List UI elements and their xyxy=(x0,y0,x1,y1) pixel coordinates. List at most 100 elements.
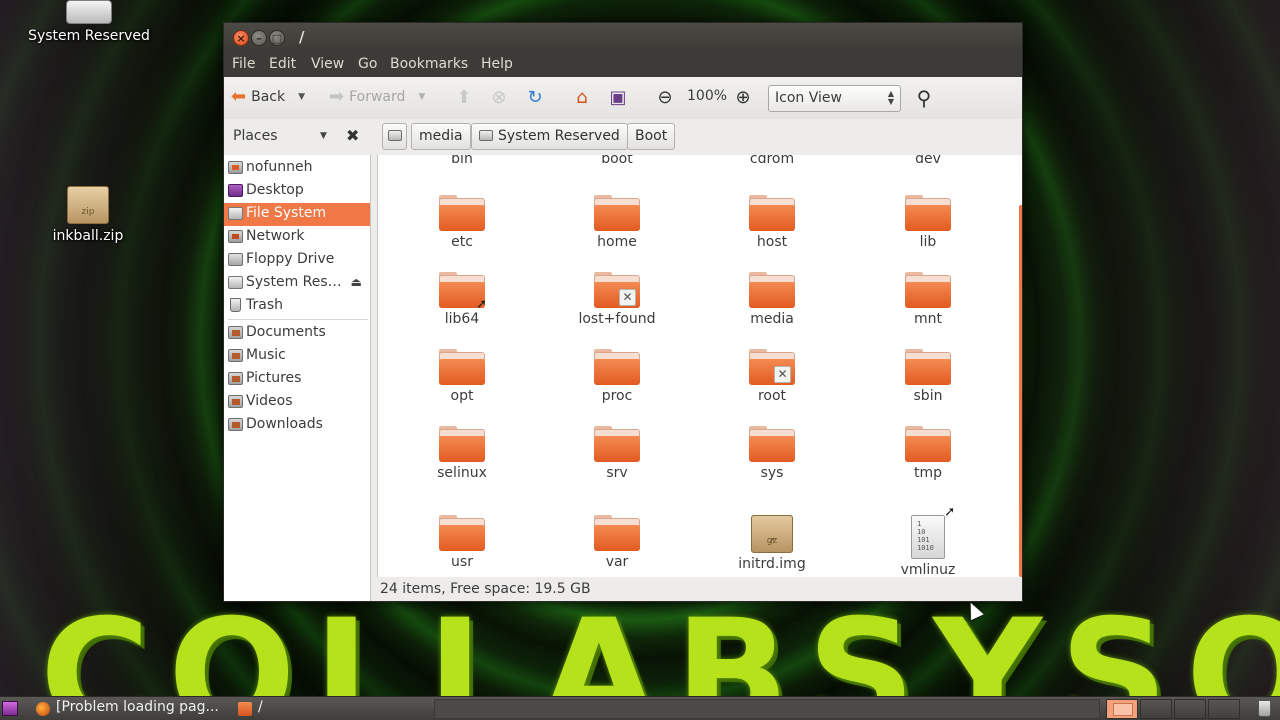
file-item-selinux[interactable]: selinux xyxy=(402,426,522,481)
sidebar-item-music[interactable]: Music xyxy=(224,345,370,368)
file-item-srv[interactable]: srv xyxy=(557,426,677,481)
folder-icon xyxy=(439,195,485,231)
close-window-button[interactable]: × xyxy=(233,30,249,46)
forward-history-dropdown-icon[interactable]: ▼ xyxy=(418,92,425,102)
workspace-3[interactable] xyxy=(1174,699,1206,719)
menu-view[interactable]: View xyxy=(311,56,344,72)
places-selector[interactable]: Places xyxy=(233,128,278,144)
sidebar-item-network[interactable]: Network xyxy=(224,226,370,249)
file-item-lib[interactable]: lib xyxy=(868,195,988,250)
file-item-media[interactable]: media xyxy=(712,272,832,327)
sidebar-item-system-res[interactable]: System Res… ⏏ xyxy=(224,272,370,295)
computer-icon[interactable]: ▣ xyxy=(606,87,630,109)
places-dropdown-icon[interactable]: ▼ xyxy=(320,131,327,141)
breadcrumb-boot[interactable]: Boot xyxy=(627,123,676,150)
sidebar-item-label: Documents xyxy=(246,324,326,340)
file-item-root[interactable]: ✕ root xyxy=(712,349,832,404)
file-item-boot[interactable]: boot xyxy=(557,155,677,167)
file-label: etc xyxy=(451,234,473,250)
view-mode-select[interactable]: Icon View ▲ ▼ xyxy=(768,85,901,112)
network-icon xyxy=(228,230,243,243)
sidebar-item-desktop[interactable]: Desktop xyxy=(224,180,370,203)
back-history-dropdown-icon[interactable]: ▼ xyxy=(298,92,305,102)
file-item-lib64[interactable]: ➚ lib64 xyxy=(402,272,522,327)
file-item-opt[interactable]: opt xyxy=(402,349,522,404)
task-file-manager[interactable]: / xyxy=(234,699,263,719)
sidebar-item-label: File System xyxy=(246,205,327,221)
forward-button[interactable]: ➡ Forward ▼ xyxy=(329,88,425,106)
file-item-usr[interactable]: usr xyxy=(402,515,522,570)
minimize-window-button[interactable]: – xyxy=(251,30,267,46)
symlink-emblem-icon: ➚ xyxy=(476,297,487,312)
file-item-home[interactable]: home xyxy=(557,195,677,250)
home-folder-icon[interactable]: ⌂ xyxy=(570,87,594,109)
reload-icon[interactable]: ↻ xyxy=(523,87,547,109)
file-label: mnt xyxy=(914,311,942,327)
task-label: / xyxy=(258,699,263,715)
desktop-icon-inkball-zip[interactable]: zip inkball.zip xyxy=(23,186,153,244)
file-item-tmp[interactable]: tmp xyxy=(868,426,988,481)
file-item-bin[interactable]: bin xyxy=(402,155,522,167)
menu-bookmarks[interactable]: Bookmarks xyxy=(390,56,468,72)
menu-edit[interactable]: Edit xyxy=(269,56,296,72)
breadcrumb-system-reserved[interactable]: System Reserved xyxy=(471,123,628,150)
sidebar-item-documents[interactable]: Documents xyxy=(224,322,370,345)
folder-icon xyxy=(905,272,951,308)
sidebar-item-downloads[interactable]: Downloads xyxy=(224,414,370,437)
file-item-proc[interactable]: proc xyxy=(557,349,677,404)
menu-go[interactable]: Go xyxy=(358,56,377,72)
status-text: 24 items, Free space: 19.5 GB xyxy=(380,581,591,597)
archive-icon: gz ➚ xyxy=(751,515,793,553)
file-item-sbin[interactable]: sbin xyxy=(868,349,988,404)
file-item-vmlinuz[interactable]: 1 10 101 1010 ➚ vmlinuz xyxy=(868,505,988,578)
desktop-icon-system-reserved[interactable]: System Reserved xyxy=(24,0,154,44)
sidebar-item-pictures[interactable]: Pictures xyxy=(224,368,370,391)
workspace-1[interactable] xyxy=(1106,699,1138,719)
app-menu-icon[interactable] xyxy=(2,701,18,716)
sidebar-item-floppy-drive[interactable]: Floppy Drive xyxy=(224,249,370,272)
trash-applet-icon[interactable] xyxy=(1258,700,1271,717)
menu-file[interactable]: File xyxy=(232,56,255,72)
folder-icon xyxy=(905,349,951,385)
breadcrumb-media[interactable]: media xyxy=(411,123,471,150)
maximize-window-button[interactable]: □ xyxy=(269,30,285,46)
file-item-var[interactable]: var xyxy=(557,515,677,570)
title-bar[interactable]: × – □ / xyxy=(224,23,1022,52)
sidebar-item-nofunneh[interactable]: nofunneh xyxy=(224,157,370,180)
file-item-initrd-img[interactable]: gz ➚ initrd.img xyxy=(712,515,832,572)
menu-bar: File Edit View Go Bookmarks Help xyxy=(224,52,1022,77)
file-label: srv xyxy=(606,465,628,481)
places-sidebar: nofunneh Desktop File System Network Floppy … xyxy=(224,155,371,601)
search-icon[interactable]: ⚲ xyxy=(912,87,936,109)
file-item-dev[interactable]: dev xyxy=(868,155,988,167)
stop-icon[interactable]: ⊗ xyxy=(487,87,511,109)
file-label: vmlinuz xyxy=(900,562,956,577)
file-item-host[interactable]: host xyxy=(712,195,832,250)
file-item-sys[interactable]: sys xyxy=(712,426,832,481)
back-button[interactable]: ⬅ Back ▼ xyxy=(231,88,305,106)
file-item-etc[interactable]: etc xyxy=(402,195,522,250)
file-label: media xyxy=(750,311,794,327)
file-item-cdrom[interactable]: cdrom xyxy=(712,155,832,167)
sidebar-item-trash[interactable]: Trash xyxy=(224,295,370,318)
zoom-in-icon[interactable]: ⊕ xyxy=(731,87,755,109)
vertical-scrollbar[interactable] xyxy=(1019,205,1022,577)
breadcrumb-root[interactable] xyxy=(382,123,407,150)
documents-folder-icon xyxy=(228,326,243,339)
up-arrow-icon[interactable]: ⬆ xyxy=(452,87,476,109)
menu-help[interactable]: Help xyxy=(481,56,513,72)
file-label: proc xyxy=(601,388,633,404)
close-sidebar-icon[interactable]: ✖ xyxy=(346,126,359,145)
zoom-out-icon[interactable]: ⊖ xyxy=(653,87,677,109)
file-label: var xyxy=(605,554,629,570)
file-item-lost-found[interactable]: ✕ lost+found xyxy=(557,272,677,327)
file-item-mnt[interactable]: mnt xyxy=(868,272,988,327)
workspace-2[interactable] xyxy=(1140,699,1172,719)
sidebar-item-videos[interactable]: Videos xyxy=(224,391,370,414)
binary-digits: 1010 xyxy=(917,544,934,552)
folder-icon xyxy=(749,272,795,308)
sidebar-item-file-system[interactable]: File System xyxy=(224,203,370,226)
eject-icon[interactable]: ⏏ xyxy=(351,275,362,289)
task-firefox[interactable]: [Problem loading pag... xyxy=(32,699,219,719)
workspace-4[interactable] xyxy=(1208,699,1240,719)
